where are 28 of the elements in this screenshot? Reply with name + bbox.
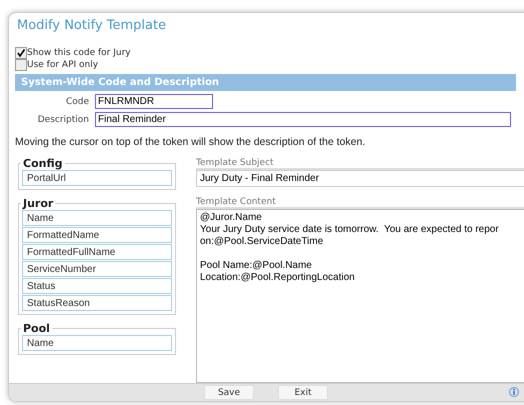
field-label: Template Subject <box>196 158 524 170</box>
dialog-button[interactable]: Save <box>204 385 254 400</box>
field-label: Code <box>64 96 90 106</box>
dialog-button[interactable]: Exit <box>278 385 328 400</box>
subject-field[interactable]: Jury Duty - Final Reminder <box>196 170 524 187</box>
window-title: Modify Notify Template <box>17 18 168 33</box>
hint-text: Moving the cursor on top of the token will show the description of the token. <box>15 136 366 148</box>
checkbox-label: Show this code for Jury <box>27 48 131 58</box>
token-item[interactable]: Status <box>22 278 172 294</box>
group-title: Juror <box>21 198 54 209</box>
group-title: Config <box>22 158 64 169</box>
checkbox-label: Use for API only <box>27 60 98 70</box>
token-item[interactable]: StatusReason <box>22 295 172 311</box>
group-title: Pool <box>22 323 51 334</box>
info-icon[interactable] <box>509 387 519 397</box>
token-item[interactable]: PortalUrl <box>22 170 172 186</box>
field-label: Template Content <box>196 197 524 209</box>
field-label: Description <box>36 114 90 124</box>
token-item[interactable]: FormattedName <box>22 227 172 243</box>
text-field[interactable]: FNLRMNDR <box>95 94 213 109</box>
token-item[interactable]: ServiceNumber <box>22 261 172 277</box>
token-item[interactable]: FormattedFullName <box>22 244 172 260</box>
token-item[interactable]: Name <box>22 335 172 351</box>
checkbox[interactable] <box>15 47 27 59</box>
token-item[interactable]: Name <box>22 210 172 226</box>
text-field[interactable]: Final Reminder <box>95 112 511 127</box>
checkbox[interactable] <box>15 59 27 71</box>
section-header: System-Wide Code and Description <box>15 74 516 91</box>
